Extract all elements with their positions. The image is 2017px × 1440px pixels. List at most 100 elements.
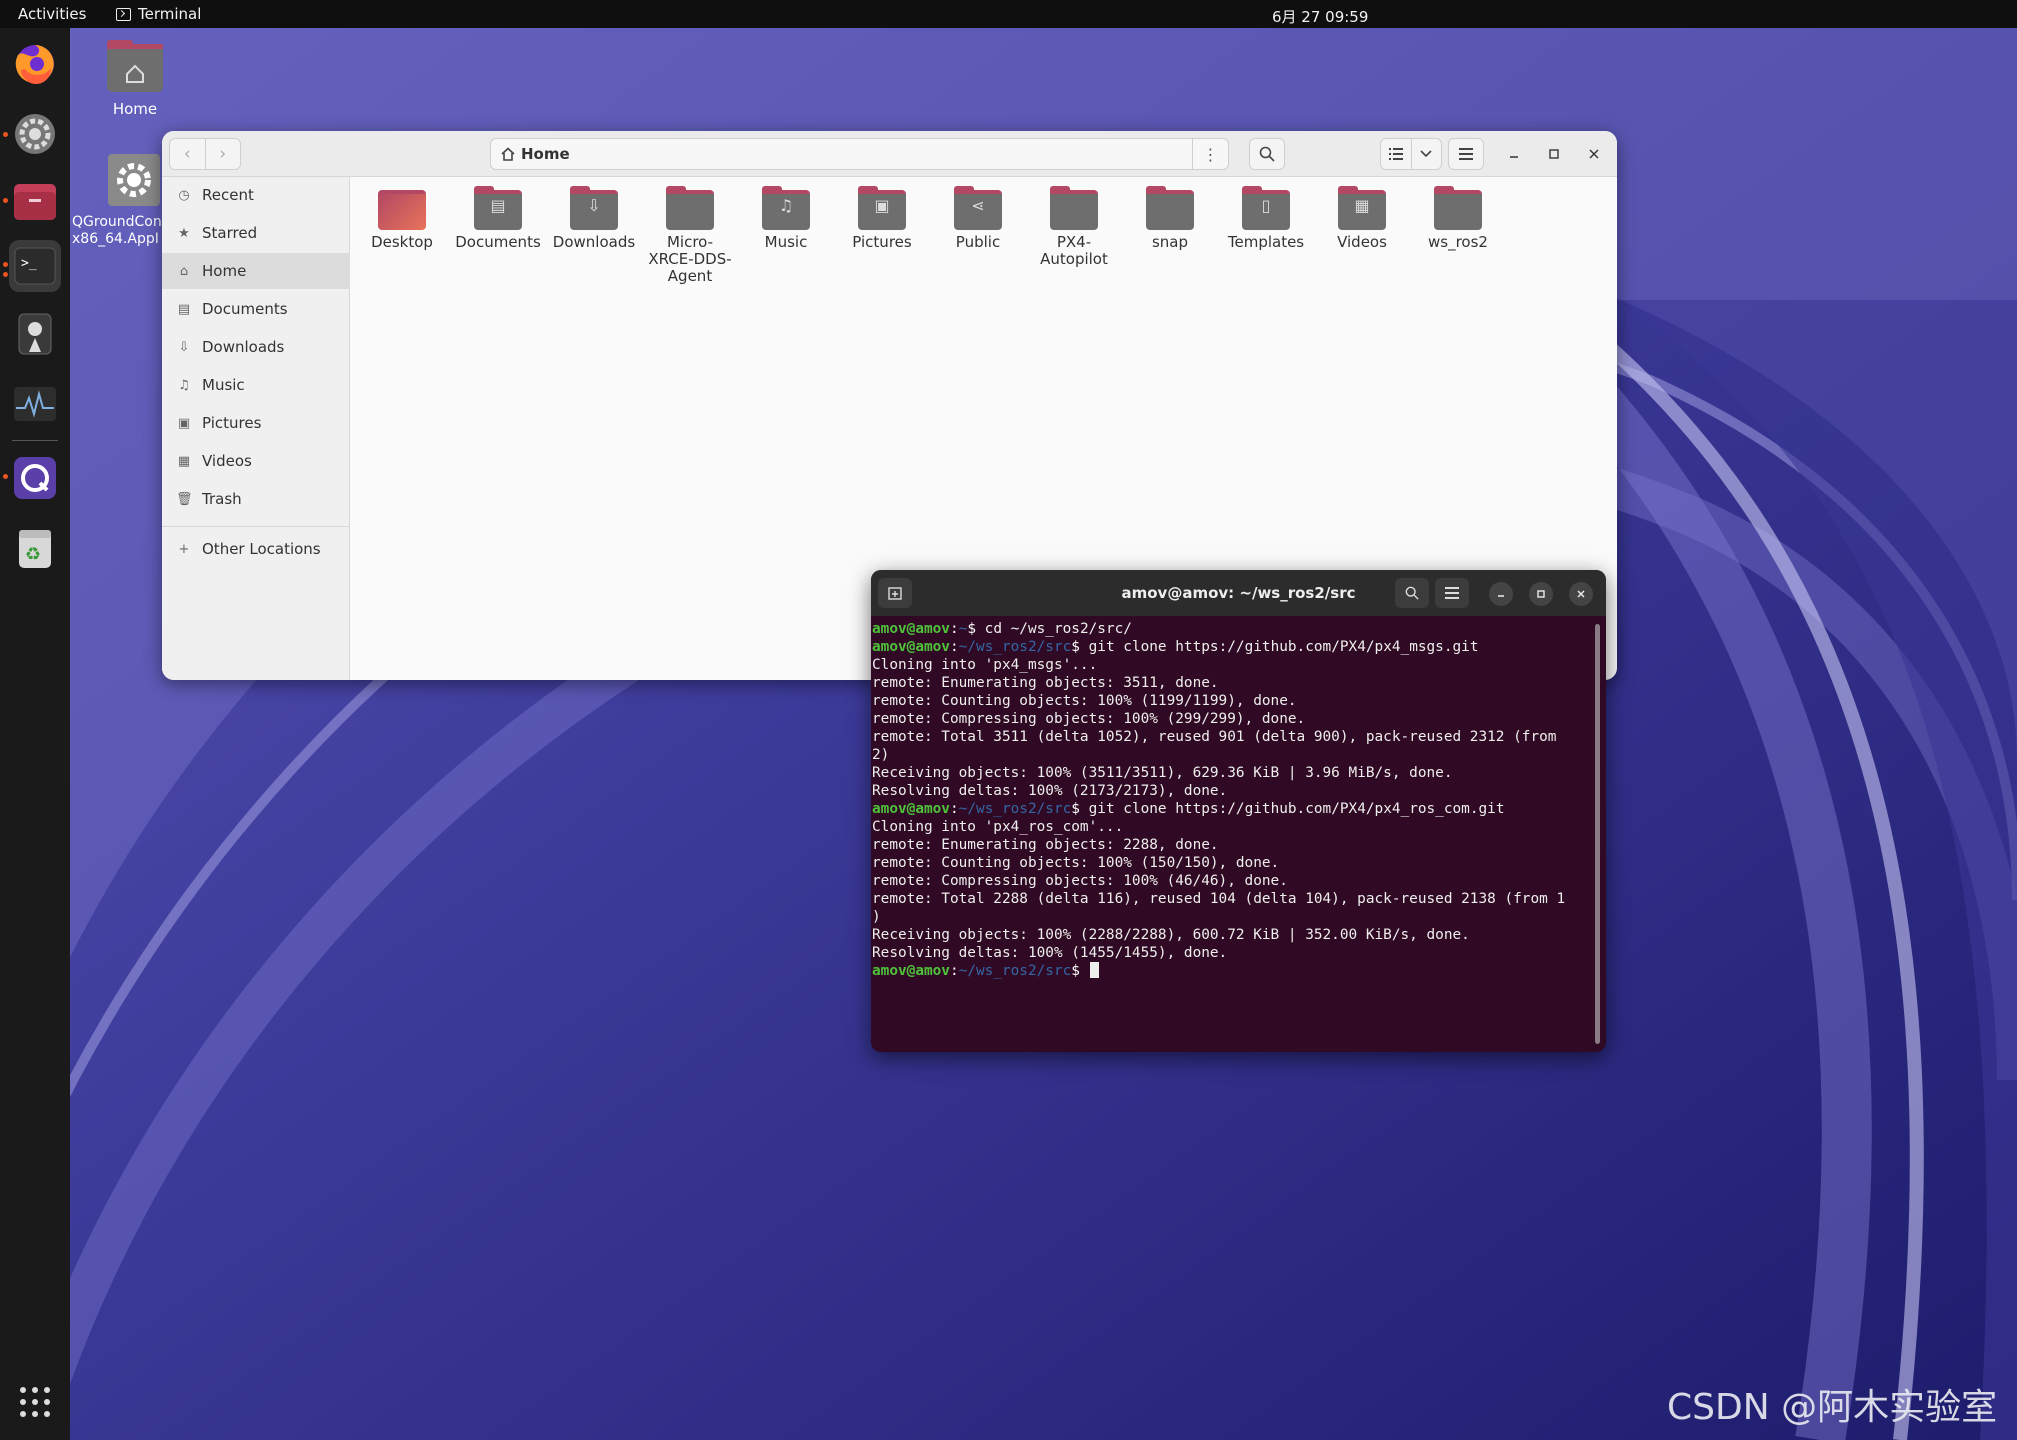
dock: >_ ♻ (0, 28, 70, 1440)
svg-text:♻: ♻ (25, 544, 41, 565)
folder-icon: ▯ (1242, 186, 1290, 230)
files-search-button[interactable] (1249, 138, 1285, 170)
prompt-user: amov@amov (872, 963, 950, 979)
folder-label: Videos (1337, 233, 1387, 251)
folder-icon: ♫ (762, 186, 810, 230)
template-icon: ▯ (1261, 196, 1271, 215)
prompt-command: cd ~/ws_ros2/src/ (984, 621, 1132, 637)
minimize-button[interactable] (1503, 143, 1525, 165)
activities-button[interactable]: Activities (18, 5, 86, 23)
chevron-down-icon (1420, 150, 1432, 158)
terminal-output-line: 2) (872, 747, 890, 763)
terminal-scrollbar[interactable] (1595, 624, 1600, 1044)
folder-snap[interactable]: snap (1125, 186, 1215, 251)
close-icon (1577, 590, 1585, 598)
files-sidebar: ◷ Recent ★ Starred ⌂ Home ▤ Documents ⇩ … (162, 177, 350, 680)
show-apps-icon[interactable] (9, 1376, 61, 1428)
folder-videos[interactable]: ▦ Videos (1317, 186, 1407, 251)
app-menu-button[interactable]: Terminal (116, 5, 201, 23)
sidebar-divider (162, 526, 350, 527)
files-main-menu-button[interactable] (1448, 138, 1484, 170)
terminal-output[interactable]: amov@amov:~$ cd ~/ws_ros2/src/amov@amov:… (871, 616, 1606, 1052)
terminal-output-line: remote: Compressing objects: 100% (299/2… (872, 711, 1306, 727)
folder-desktop[interactable]: Desktop (357, 186, 447, 251)
firefox-icon[interactable] (9, 38, 61, 90)
qgroundcontrol-icon[interactable] (9, 452, 61, 504)
prompt-user: amov@amov (872, 639, 950, 655)
terminal-output-line: ) (872, 909, 881, 925)
appimage-label-line2: x86_64.AppI (72, 231, 159, 247)
sidebar-item-starred[interactable]: ★ Starred (162, 215, 350, 251)
prompt-user: amov@amov (872, 621, 950, 637)
terminal-output-line: Receiving objects: 100% (2288/2288), 600… (872, 927, 1470, 943)
maximize-button[interactable] (1543, 143, 1565, 165)
sidebar-item-home[interactable]: ⌂ Home (162, 253, 350, 289)
terminal-prompt-line: amov@amov:~$ cd ~/ws_ros2/src/ (872, 621, 1132, 637)
sidebar-item-downloads[interactable]: ⇩ Downloads (162, 329, 350, 365)
terminal-icon[interactable]: >_ (9, 240, 61, 292)
sidebar-item-music[interactable]: ♫ Music (162, 367, 350, 403)
maximize-icon (1549, 149, 1559, 159)
terminal-output-line: Cloning into 'px4_ros_com'... (872, 819, 1124, 835)
folder-public[interactable]: ⋖ Public (933, 186, 1023, 251)
folder-label: Public (955, 233, 1001, 251)
folder-pictures[interactable]: ▣ Pictures (837, 186, 927, 251)
terminal-maximize-button[interactable] (1529, 582, 1553, 606)
folder-ws-ros2[interactable]: ws_ros2 (1413, 186, 1503, 251)
folder-px4-autopilot[interactable]: PX4- Autopilot (1029, 186, 1119, 268)
settings-running-dot (3, 132, 8, 137)
sidebar-item-other-locations[interactable]: + Other Locations (162, 531, 350, 567)
folder-label: Downloads (552, 233, 636, 251)
path-home-segment[interactable]: Home (501, 145, 570, 163)
sidebar-item-trash[interactable]: 🗑 Trash (162, 481, 350, 517)
terminal-minimize-button[interactable] (1489, 582, 1513, 606)
terminal-menu-button[interactable] (1435, 578, 1469, 608)
download-icon: ⇩ (178, 339, 190, 355)
desktop-qgc-appimage[interactable]: QGroundCon x86_64.AppI (72, 152, 172, 248)
hamburger-icon (1459, 148, 1473, 160)
sidebar-item-label: Music (202, 376, 245, 394)
folder-music[interactable]: ♫ Music (741, 186, 831, 251)
video-icon: ▦ (177, 453, 191, 469)
sidebar-item-videos[interactable]: ▦ Videos (162, 443, 350, 479)
path-menu-button[interactable]: ⋮ (1192, 139, 1228, 169)
close-button[interactable] (1583, 143, 1605, 165)
folder-documents[interactable]: ▤ Documents (453, 186, 543, 251)
terminal-prompt-line: amov@amov:~/ws_ros2/src$ (872, 962, 1594, 980)
folder-templates[interactable]: ▯ Templates (1221, 186, 1311, 251)
terminal-output-line: remote: Counting objects: 100% (1199/119… (872, 693, 1297, 709)
desktop-home-folder[interactable]: Home (94, 38, 176, 118)
system-monitor-icon[interactable] (9, 378, 61, 430)
folder-icon (1050, 186, 1098, 230)
files-icon[interactable] (9, 176, 61, 228)
sidebar-item-label: Pictures (202, 414, 262, 432)
terminal-close-button[interactable] (1569, 582, 1593, 606)
folder-downloads[interactable]: ⇩ Downloads (549, 186, 639, 251)
sidebar-item-documents[interactable]: ▤ Documents (162, 291, 350, 327)
path-bar[interactable]: Home ⋮ (490, 138, 1229, 170)
trash-icon[interactable]: ♻ (9, 522, 61, 574)
minimize-icon (1498, 595, 1504, 597)
list-view-button[interactable] (1381, 139, 1412, 169)
dock-separator (12, 440, 58, 441)
sidebar-item-recent[interactable]: ◷ Recent (162, 177, 350, 213)
folder-label: Documents (455, 233, 541, 251)
folder-icon: ▤ (474, 186, 522, 230)
sidebar-item-label: Other Locations (202, 540, 321, 558)
forward-button[interactable]: › (206, 139, 241, 169)
sidebar-item-pictures[interactable]: ▣ Pictures (162, 405, 350, 441)
view-options-dropdown[interactable] (1412, 139, 1442, 169)
settings-icon[interactable] (9, 108, 61, 160)
desktop-home-label: Home (112, 100, 158, 118)
clock[interactable]: 6月 27 09:59 (1272, 6, 1368, 27)
cheese-icon[interactable] (9, 308, 61, 360)
terminal-search-button[interactable] (1395, 578, 1429, 608)
sidebar-item-label: Recent (202, 186, 254, 204)
picture-icon: ▣ (177, 415, 191, 431)
folder-label: PX4- Autopilot (1040, 233, 1108, 268)
back-button[interactable]: ‹ (170, 139, 206, 169)
search-icon (1405, 586, 1419, 600)
top-bar: Activities Terminal 6月 27 09:59 (0, 0, 2017, 28)
appimage-label-line1: QGroundCon (72, 214, 162, 230)
folder-micro-xrce-dds-agent[interactable]: Micro- XRCE-DDS- Agent (645, 186, 735, 285)
